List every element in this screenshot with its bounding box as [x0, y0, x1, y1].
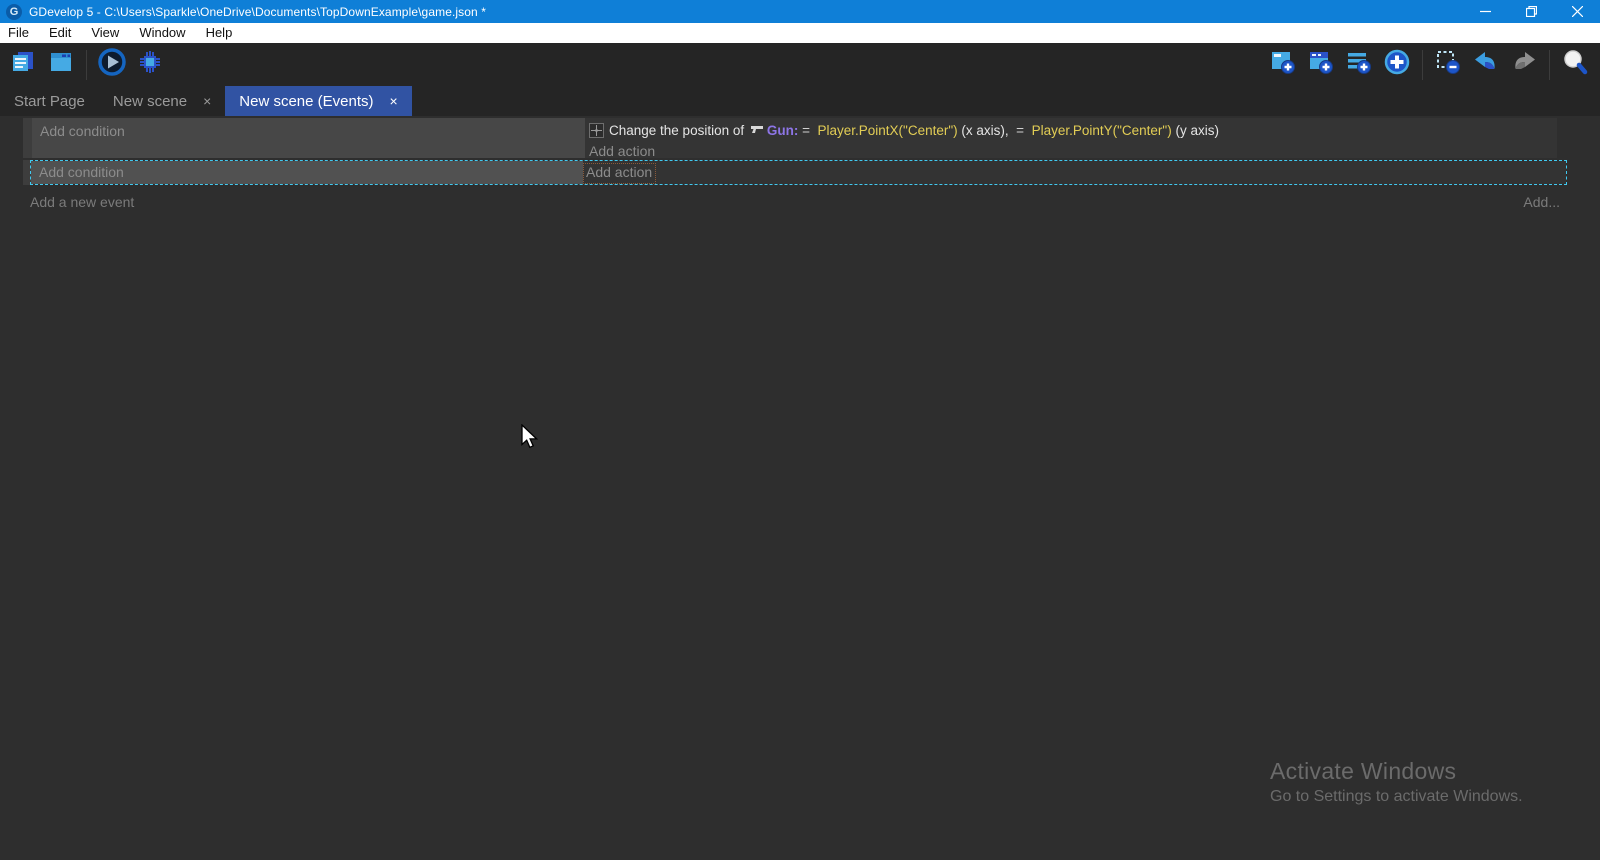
tab-close-icon[interactable]: ×: [203, 93, 211, 109]
scene-editor-button[interactable]: [48, 52, 74, 78]
actions-column[interactable]: Add action: [583, 161, 1566, 184]
add-event-button[interactable]: [1270, 52, 1296, 78]
tab-bar: Start Page New scene × New scene (Events…: [0, 86, 1600, 116]
play-icon: [98, 48, 126, 81]
add-condition-link[interactable]: Add condition: [39, 164, 124, 180]
expression-x: Player.PointX("Center"): [818, 123, 958, 138]
window-title: GDevelop 5 - C:\Users\Sparkle\OneDrive\D…: [29, 5, 486, 19]
add-choose-button[interactable]: [1384, 52, 1410, 78]
events-sheet: Add condition Change the position of Gun…: [0, 116, 1600, 860]
position-icon: [589, 123, 604, 138]
search-icon: [1561, 48, 1589, 81]
object-name: Gun:: [767, 123, 799, 138]
gun-object-icon: [750, 124, 764, 136]
title-bar: G GDevelop 5 - C:\Users\Sparkle\OneDrive…: [0, 0, 1600, 23]
remove-selection-icon: [1434, 48, 1462, 81]
add-choose-icon: [1383, 48, 1411, 81]
toolbar-separator: [86, 50, 87, 80]
action-change-position[interactable]: Change the position of Gun: = Player.Poi…: [589, 120, 1553, 140]
project-manager-icon: [10, 49, 36, 80]
undo-icon: [1472, 48, 1500, 81]
toolbar-separator: [1422, 50, 1423, 80]
toolbar-separator: [1549, 50, 1550, 80]
menu-bar: File Edit View Window Help: [0, 23, 1600, 43]
gdevelop-window: G GDevelop 5 - C:\Users\Sparkle\OneDrive…: [0, 0, 1600, 860]
event-row-1[interactable]: Add condition Change the position of Gun…: [23, 118, 1557, 158]
action-text: (y axis): [1172, 123, 1219, 138]
add-more-link[interactable]: Add...: [1523, 194, 1560, 210]
undo-button[interactable]: [1473, 52, 1499, 78]
tab-label: New scene (Events): [239, 93, 373, 110]
add-new-event-link[interactable]: Add a new event: [30, 194, 134, 210]
add-event-icon: [1269, 48, 1297, 81]
tab-label: Start Page: [14, 93, 85, 110]
activate-windows-watermark: Activate Windows Go to Settings to activ…: [1270, 758, 1523, 806]
menu-window[interactable]: Window: [129, 23, 195, 43]
watermark-title: Activate Windows: [1270, 758, 1523, 785]
add-comment-icon: [1345, 48, 1373, 81]
project-manager-button[interactable]: [10, 52, 36, 78]
menu-edit[interactable]: Edit: [39, 23, 81, 43]
action-text: Change the position of: [609, 123, 748, 138]
action-text: (x axis),: [958, 123, 1017, 138]
operator: =: [798, 123, 817, 138]
debug-icon: [136, 48, 164, 81]
menu-help[interactable]: Help: [196, 23, 243, 43]
conditions-column[interactable]: Add condition: [32, 118, 585, 158]
restore-button[interactable]: [1508, 0, 1554, 23]
event-row-2-selected[interactable]: Add condition Add action: [30, 160, 1567, 185]
scene-editor-icon: [48, 49, 74, 80]
tab-start-page[interactable]: Start Page: [0, 86, 99, 116]
close-button[interactable]: [1554, 0, 1600, 23]
conditions-column[interactable]: Add condition: [31, 161, 583, 184]
app-logo-icon: G: [6, 4, 22, 20]
expression-y: Player.PointY("Center"): [1032, 123, 1172, 138]
search-button[interactable]: [1562, 52, 1588, 78]
add-subevent-icon: [1307, 48, 1335, 81]
menu-file[interactable]: File: [8, 23, 39, 43]
tab-label: New scene: [113, 93, 187, 110]
play-button[interactable]: [99, 52, 125, 78]
tab-close-icon[interactable]: ×: [390, 93, 398, 109]
add-condition-link[interactable]: Add condition: [40, 123, 125, 139]
debug-button[interactable]: [137, 52, 163, 78]
menu-view[interactable]: View: [81, 23, 129, 43]
redo-icon: [1510, 48, 1538, 81]
event-handle[interactable]: [23, 118, 32, 158]
mouse-cursor: [520, 424, 544, 455]
tab-new-scene[interactable]: New scene ×: [99, 86, 225, 116]
redo-button[interactable]: [1511, 52, 1537, 78]
tab-new-scene-events[interactable]: New scene (Events) ×: [225, 86, 411, 116]
operator: =: [1016, 123, 1031, 138]
remove-selection-button[interactable]: [1435, 52, 1461, 78]
minimize-button[interactable]: [1462, 0, 1508, 23]
add-action-link[interactable]: Add action: [589, 143, 655, 159]
actions-column[interactable]: Change the position of Gun: = Player.Poi…: [585, 118, 1557, 158]
add-subevent-button[interactable]: [1308, 52, 1334, 78]
toolbar: [0, 43, 1600, 86]
watermark-subtitle: Go to Settings to activate Windows.: [1270, 788, 1523, 806]
add-action-link[interactable]: Add action: [586, 164, 652, 180]
add-comment-button[interactable]: [1346, 52, 1372, 78]
